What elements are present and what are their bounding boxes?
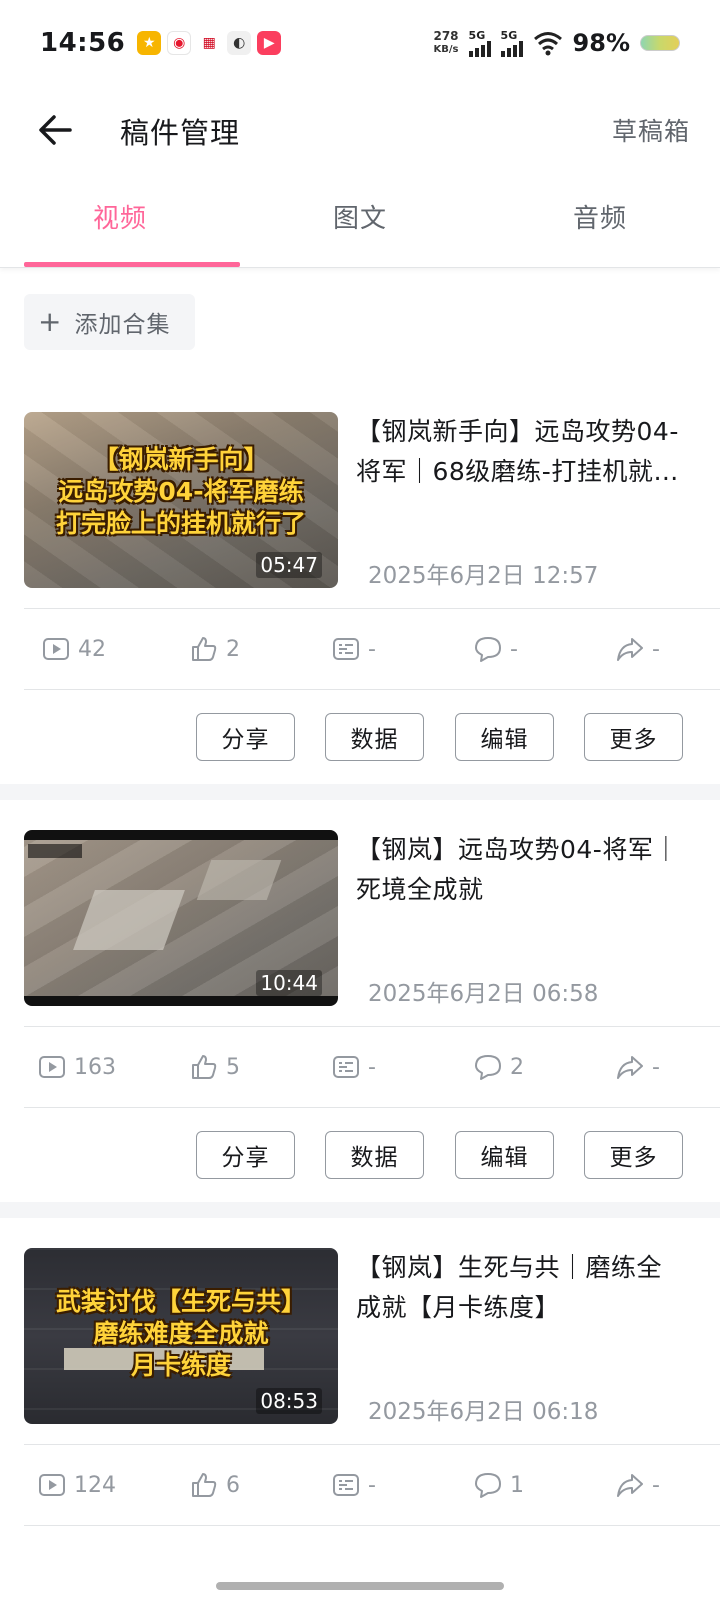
- thumbs-up-icon: [192, 1473, 217, 1497]
- status-time: 14:56: [40, 28, 126, 58]
- video-app-icon: ▶: [257, 31, 282, 55]
- play-icon: [39, 1474, 65, 1496]
- network-speed: 278 KB/s: [433, 29, 459, 56]
- divider: [0, 1202, 720, 1218]
- cellular-signal-icon: 5G: [468, 30, 491, 57]
- comment-count: 2: [474, 1053, 524, 1081]
- notification-icons: ★ ◉ ▦ ◐ ▶: [137, 31, 282, 55]
- wifi-icon: [533, 32, 562, 56]
- share-icon: [617, 1474, 643, 1497]
- comment-count: 1: [474, 1471, 524, 1499]
- danmaku-count: -: [332, 635, 376, 663]
- video-title[interactable]: 【钢岚】远岛攻势04-将军｜死境全成就: [356, 830, 686, 910]
- plus-icon: +: [38, 305, 63, 338]
- thumbs-up-icon: [192, 637, 217, 661]
- comment-icon: [475, 1055, 501, 1080]
- video-card: 10:44 【钢岚】远岛攻势04-将军｜死境全成就 2025年6月2日 06:5…: [0, 830, 720, 1180]
- thumbnail-caption: 武装讨伐【生死与共】: [55, 1287, 306, 1316]
- add-collection-button[interactable]: + 添加合集: [24, 294, 195, 350]
- video-thumbnail[interactable]: 武装讨伐【生死与共】 磨练难度全成就 月卡练度 08:53: [24, 1248, 338, 1424]
- like-count: 2: [190, 635, 240, 663]
- like-count: 6: [190, 1471, 240, 1499]
- video-actions: 分享 数据 编辑 更多: [0, 713, 720, 763]
- edit-button[interactable]: 编辑: [455, 1131, 554, 1179]
- video-title[interactable]: 【钢岚新手向】远岛攻势04-将军｜68级磨练-打挂机就行了: [356, 412, 686, 492]
- video-card: 武装讨伐【生死与共】 磨练难度全成就 月卡练度 08:53 【钢岚】生死与共｜磨…: [0, 1248, 720, 1548]
- share-button[interactable]: 分享: [196, 713, 295, 761]
- video-date: 2025年6月2日 06:18: [368, 1399, 599, 1425]
- video-stats: 42 2 - - -: [24, 608, 720, 690]
- weibo-icon: ◉: [167, 31, 192, 55]
- edit-button[interactable]: 编辑: [455, 713, 554, 761]
- play-icon: [39, 1056, 65, 1078]
- video-duration: 05:47: [256, 552, 322, 578]
- danmaku-icon: [333, 638, 359, 660]
- play-count: 163: [38, 1053, 116, 1081]
- comment-icon: [475, 1473, 501, 1498]
- danmaku-icon: [333, 1474, 359, 1496]
- app-notification-icon: ★: [137, 31, 162, 55]
- cellular-signal-icon: 5G: [500, 30, 523, 57]
- video-thumbnail[interactable]: 【钢岚新手向】 远岛攻势04-将军磨练 打完脸上的挂机就行了 05:47: [24, 412, 338, 588]
- tab-video[interactable]: 视频: [0, 176, 240, 267]
- content-type-tabs: 视频 图文 音频: [0, 176, 720, 268]
- video-duration: 10:44: [256, 970, 322, 996]
- video-title[interactable]: 【钢岚】生死与共｜磨练全成就【月卡练度】: [356, 1248, 686, 1328]
- more-button[interactable]: 更多: [584, 713, 683, 761]
- play-icon: [43, 638, 69, 660]
- danmaku-count: -: [332, 1053, 376, 1081]
- page-title: 稿件管理: [120, 116, 241, 150]
- data-button[interactable]: 数据: [325, 1131, 424, 1179]
- home-indicator[interactable]: [216, 1582, 504, 1590]
- thumbnail-caption: 【钢岚新手向】: [93, 445, 269, 474]
- play-count: 42: [42, 635, 106, 663]
- comment-icon: [475, 637, 501, 662]
- divider: [0, 784, 720, 800]
- share-icon: [617, 638, 643, 661]
- battery-icon: [640, 35, 680, 51]
- back-arrow-icon[interactable]: [36, 110, 76, 150]
- video-date: 2025年6月2日 12:57: [368, 563, 599, 589]
- share-button[interactable]: 分享: [196, 1131, 295, 1179]
- danmaku-icon: [333, 1056, 359, 1078]
- app-notification-icon: ◐: [227, 31, 252, 55]
- thumbs-up-icon: [192, 1055, 217, 1079]
- drafts-button[interactable]: 草稿箱: [612, 112, 690, 148]
- video-stats: 163 5 - 2 -: [24, 1026, 720, 1108]
- share-count: -: [616, 1053, 660, 1081]
- thumbnail-caption: 远岛攻势04-将军磨练: [58, 477, 304, 506]
- thumbnail-caption: 打完脸上的挂机就行了: [55, 509, 306, 538]
- like-count: 5: [190, 1053, 240, 1081]
- more-button[interactable]: 更多: [584, 1131, 683, 1179]
- thumbnail-caption: 月卡练度: [130, 1351, 231, 1380]
- data-button[interactable]: 数据: [325, 713, 424, 761]
- share-icon: [617, 1056, 643, 1079]
- comment-count: -: [474, 635, 518, 663]
- video-actions: 分享 数据 编辑 更多: [0, 1131, 720, 1181]
- share-count: -: [616, 1471, 660, 1499]
- battery-percent: 98%: [572, 29, 630, 57]
- video-date: 2025年6月2日 06:58: [368, 981, 599, 1007]
- video-card: 【钢岚新手向】 远岛攻势04-将军磨练 打完脸上的挂机就行了 05:47 【钢岚…: [0, 412, 720, 762]
- share-count: -: [616, 635, 660, 663]
- status-bar: 14:56 ★ ◉ ▦ ◐ ▶ 278 KB/s 5G 5G 98%: [0, 0, 720, 86]
- add-collection-label: 添加合集: [74, 312, 171, 338]
- video-thumbnail[interactable]: 10:44: [24, 830, 338, 1006]
- play-count: 124: [38, 1471, 116, 1499]
- header: 稿件管理 草稿箱: [0, 86, 720, 176]
- danmaku-count: -: [332, 1471, 376, 1499]
- video-stats: 124 6 - 1 -: [24, 1444, 720, 1526]
- news-app-icon: ▦: [197, 31, 222, 55]
- tab-audio[interactable]: 音频: [480, 176, 720, 267]
- thumbnail-caption: 磨练难度全成就: [93, 1319, 269, 1348]
- tab-article[interactable]: 图文: [240, 176, 480, 267]
- video-duration: 08:53: [256, 1388, 322, 1414]
